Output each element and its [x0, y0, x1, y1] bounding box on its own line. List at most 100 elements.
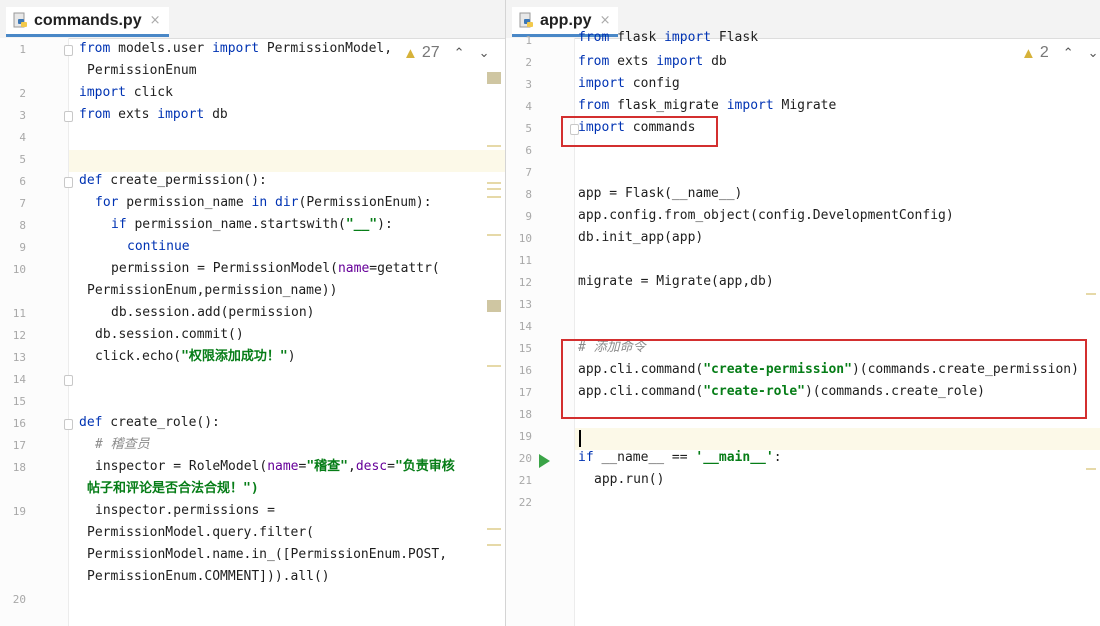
line-number: 15: [518, 342, 532, 355]
code-line[interactable]: from exts import db: [79, 104, 228, 126]
code-line[interactable]: continue: [127, 236, 190, 258]
code-line[interactable]: app.run(): [594, 469, 664, 491]
line-number: 14: [12, 373, 26, 386]
code-line[interactable]: PermissionModel.name.in_([PermissionEnum…: [87, 544, 447, 566]
line-number: 11: [12, 307, 26, 320]
code-line[interactable]: def create_role():: [79, 412, 220, 434]
warning-count: 27: [421, 44, 440, 61]
code-line[interactable]: db.session.add(permission): [111, 302, 315, 324]
code-line[interactable]: if __name__ == '__main__':: [578, 447, 782, 469]
code-line[interactable]: inspector.permissions =: [95, 500, 275, 522]
line-number: 6: [525, 144, 532, 157]
close-icon[interactable]: ×: [600, 13, 611, 28]
code-line[interactable]: PermissionEnum.COMMENT])).all(): [87, 566, 330, 588]
code-line[interactable]: db.session.commit(): [95, 324, 244, 346]
line-number: 22: [518, 496, 532, 509]
code-line[interactable]: db.init_app(app): [578, 227, 703, 249]
line-number: 18: [12, 461, 26, 474]
line-number: 19: [518, 430, 532, 443]
line-number: 10: [12, 263, 26, 276]
close-icon[interactable]: ×: [150, 13, 161, 28]
line-number: 7: [525, 166, 532, 179]
line-number: 2: [525, 56, 532, 69]
inspection-widget[interactable]: ▲ 27 ⌃ ⌄: [403, 44, 489, 62]
code-line[interactable]: from flask import Flask: [578, 27, 758, 49]
code-line[interactable]: PermissionEnum,permission_name)): [87, 280, 337, 302]
code-comment[interactable]: # 稽查员: [95, 434, 150, 456]
left-tab-bar: commands.py ×: [0, 0, 505, 39]
warning-count: 2: [1039, 44, 1049, 61]
line-number: 12: [518, 276, 532, 289]
text-caret: [579, 430, 581, 447]
line-number: 2: [19, 87, 26, 100]
line-number: 4: [525, 100, 532, 113]
code-line[interactable]: migrate = Migrate(app,db): [578, 271, 774, 293]
line-number: 3: [525, 78, 532, 91]
fold-marker-icon[interactable]: [64, 45, 73, 56]
line-number: 8: [525, 188, 532, 201]
chevron-up-icon[interactable]: ⌃: [1063, 46, 1074, 61]
line-number: 19: [12, 505, 26, 518]
fold-marker-icon[interactable]: [64, 111, 73, 122]
line-number: 1: [525, 34, 532, 47]
line-number: 8: [19, 219, 26, 232]
right-editor-pane: app.py × 1 2 3 4 5 6 7 8 9 10 11 12 13 1…: [505, 0, 1100, 626]
fold-marker-icon[interactable]: [64, 419, 73, 430]
line-number: 11: [518, 254, 532, 267]
line-number: 17: [12, 439, 26, 452]
line-number: 10: [518, 232, 532, 245]
fold-marker-icon[interactable]: [64, 375, 73, 386]
line-number: 1: [19, 43, 26, 56]
line-number: 15: [12, 395, 26, 408]
line-number: 5: [525, 122, 532, 135]
tab-commands-py[interactable]: commands.py ×: [6, 7, 169, 37]
line-number: 13: [12, 351, 26, 364]
warning-icon: ▲: [403, 44, 418, 62]
line-number: 16: [518, 364, 532, 377]
code-line[interactable]: PermissionEnum: [87, 60, 197, 82]
code-line[interactable]: import config: [578, 73, 680, 95]
code-line[interactable]: app = Flask(__name__): [578, 183, 742, 205]
line-number: 14: [518, 320, 532, 333]
line-number: 16: [12, 417, 26, 430]
code-line[interactable]: import click: [79, 82, 173, 104]
line-number: 20: [12, 593, 26, 606]
line-number: 4: [19, 131, 26, 144]
code-line[interactable]: permission = PermissionModel(name=getatt…: [111, 258, 440, 280]
line-number: 5: [19, 153, 26, 166]
code-line[interactable]: if permission_name.startswith("__"):: [111, 214, 393, 236]
code-line[interactable]: PermissionModel.query.filter(: [87, 522, 314, 544]
line-number-gutter: 1 2 3 4 5 6 7 8 9 10 11 12 13 14 15 16 1…: [0, 38, 73, 626]
highlight-box-cli-commands: [561, 339, 1087, 419]
code-line[interactable]: app.config.from_object(config.Developmen…: [578, 205, 954, 227]
line-number: 12: [12, 329, 26, 342]
code-line[interactable]: 帖子和评论是否合法合规！"): [87, 478, 259, 500]
python-file-icon: [519, 12, 533, 27]
line-number: 6: [19, 175, 26, 188]
line-number: 9: [19, 241, 26, 254]
line-number: 7: [19, 197, 26, 210]
line-number: 17: [518, 386, 532, 399]
chevron-up-icon[interactable]: ⌃: [454, 46, 465, 61]
line-number: 18: [518, 408, 532, 421]
error-stripe[interactable]: [1084, 38, 1100, 626]
code-line[interactable]: from models.user import PermissionModel,: [79, 38, 392, 60]
error-stripe[interactable]: [484, 38, 504, 626]
line-number: 21: [518, 474, 532, 487]
left-editor-pane: commands.py × 1 2 3 4 5 6 7 8 9 10 11 12…: [0, 0, 505, 626]
highlight-box-import-commands: [561, 116, 718, 147]
line-number: 20: [518, 452, 532, 465]
tab-title: commands.py: [34, 11, 142, 29]
code-line[interactable]: from exts import db: [578, 51, 727, 73]
code-line[interactable]: click.echo("权限添加成功！"): [95, 346, 296, 368]
line-number: 9: [525, 210, 532, 223]
code-line[interactable]: from flask_migrate import Migrate: [578, 95, 836, 117]
python-file-icon: [13, 12, 27, 27]
warning-icon: ▲: [1021, 44, 1036, 62]
line-number: 3: [19, 109, 26, 122]
code-line[interactable]: def create_permission():: [79, 170, 267, 192]
run-icon[interactable]: [539, 454, 550, 468]
code-line[interactable]: inspector = RoleModel(name="稽查",desc="负责…: [95, 456, 455, 478]
fold-marker-icon[interactable]: [64, 177, 73, 188]
code-line[interactable]: for permission_name in dir(PermissionEnu…: [95, 192, 432, 214]
